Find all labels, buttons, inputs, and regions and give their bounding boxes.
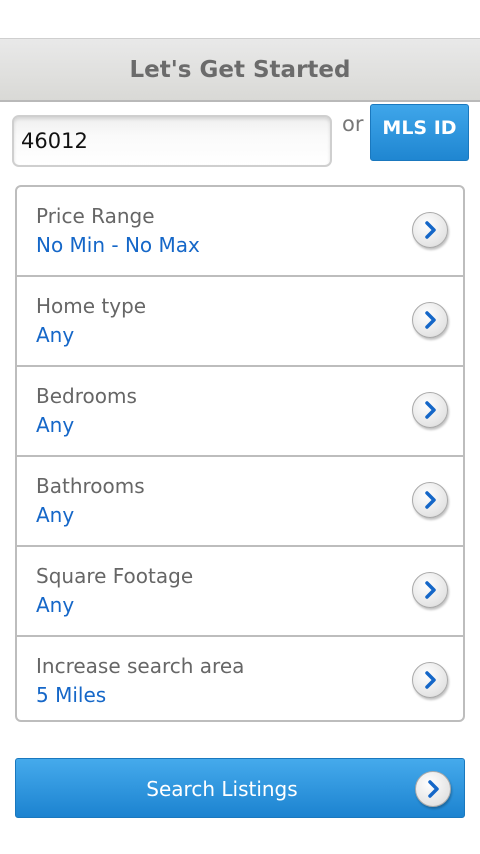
filter-value: Any bbox=[36, 413, 75, 437]
mls-id-button[interactable]: MLS ID bbox=[370, 104, 469, 161]
filter-row-bathrooms[interactable]: Bathrooms Any bbox=[17, 457, 463, 547]
filter-label: Price Range bbox=[36, 204, 155, 228]
page-title: Let's Get Started bbox=[129, 56, 351, 83]
chevron-right-icon[interactable] bbox=[412, 212, 448, 248]
filter-row-square-footage[interactable]: Square Footage Any bbox=[17, 547, 463, 637]
chevron-right-icon bbox=[415, 771, 451, 807]
chevron-right-icon[interactable] bbox=[412, 572, 448, 608]
filter-value: No Min - No Max bbox=[36, 233, 200, 257]
filter-value: Any bbox=[36, 593, 75, 617]
header-bar: Let's Get Started bbox=[0, 38, 480, 102]
or-label: or bbox=[342, 112, 364, 136]
filter-list: Price Range No Min - No Max Home type An… bbox=[15, 185, 465, 722]
filter-label: Increase search area bbox=[36, 654, 245, 678]
chevron-right-icon[interactable] bbox=[412, 482, 448, 518]
search-listings-button[interactable]: Search Listings bbox=[15, 758, 465, 818]
filter-value: 5 Miles bbox=[36, 683, 107, 707]
filter-label: Square Footage bbox=[36, 564, 194, 588]
filter-row-search-area[interactable]: Increase search area 5 Miles bbox=[17, 637, 463, 720]
zip-input[interactable] bbox=[12, 115, 332, 167]
filter-row-bedrooms[interactable]: Bedrooms Any bbox=[17, 367, 463, 457]
filter-row-home-type[interactable]: Home type Any bbox=[17, 277, 463, 367]
filter-label: Home type bbox=[36, 294, 147, 318]
filter-label: Bathrooms bbox=[36, 474, 145, 498]
chevron-right-icon[interactable] bbox=[412, 392, 448, 428]
filter-value: Any bbox=[36, 323, 75, 347]
chevron-right-icon[interactable] bbox=[412, 662, 448, 698]
search-button-label: Search Listings bbox=[146, 777, 298, 801]
chevron-right-icon[interactable] bbox=[412, 302, 448, 338]
filter-value: Any bbox=[36, 503, 75, 527]
filter-row-price-range[interactable]: Price Range No Min - No Max bbox=[17, 187, 463, 277]
filter-label: Bedrooms bbox=[36, 384, 137, 408]
